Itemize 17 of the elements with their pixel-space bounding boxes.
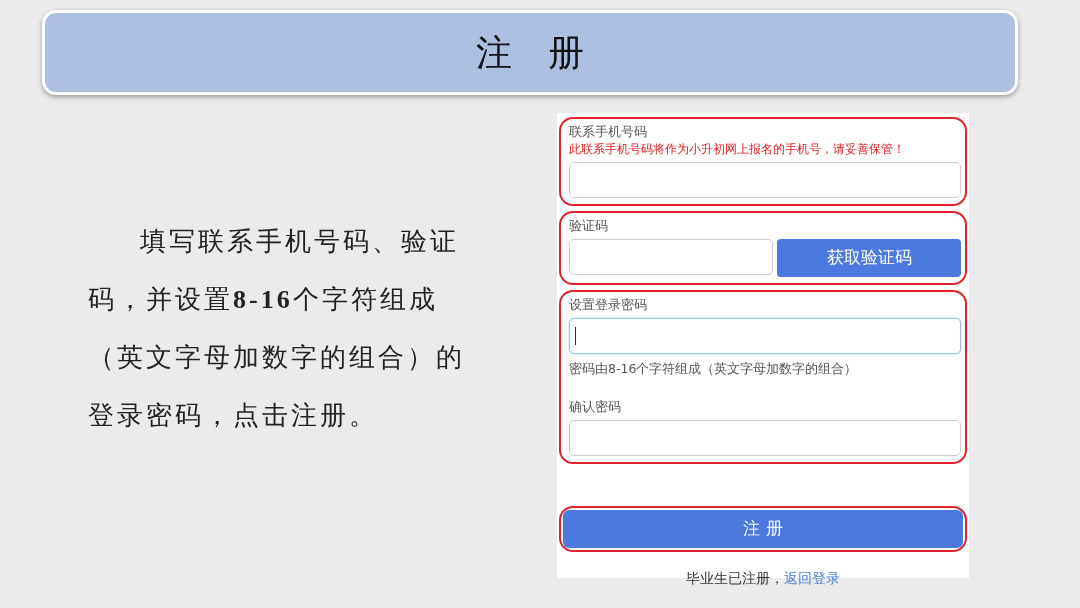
field-label: 设置登录密码 xyxy=(569,296,648,314)
field-label: 确认密码 xyxy=(569,398,622,416)
hint-text: 密码由8-16个字符组成（英文字母加数字的组合） xyxy=(569,360,859,378)
text-cursor xyxy=(575,327,576,345)
get-code-button[interactable]: 获取验证码 xyxy=(777,239,961,277)
slide-title: 注 册 xyxy=(42,10,1018,95)
warning-text: 此联系手机号码将作为小升初网上报名的手机号，请妥善保管！ xyxy=(569,141,906,158)
code-field[interactable] xyxy=(569,239,773,275)
register-button[interactable]: 注 册 xyxy=(563,510,963,548)
field-label: 验证码 xyxy=(569,217,609,235)
phone-field[interactable] xyxy=(569,162,961,198)
back-to-login-link[interactable]: 返回登录 xyxy=(784,570,840,586)
field-label: 联系手机号码 xyxy=(569,123,648,141)
footer-text: 毕业生已注册， xyxy=(686,570,784,586)
password-field[interactable] xyxy=(569,318,961,354)
instruction-text: 填写联系手机号码、验证码，并设置8-16个字符组成（英文字母加数字的组合）的登录密码，点击注册。 xyxy=(88,226,466,432)
confirm-password-field[interactable] xyxy=(569,420,961,456)
